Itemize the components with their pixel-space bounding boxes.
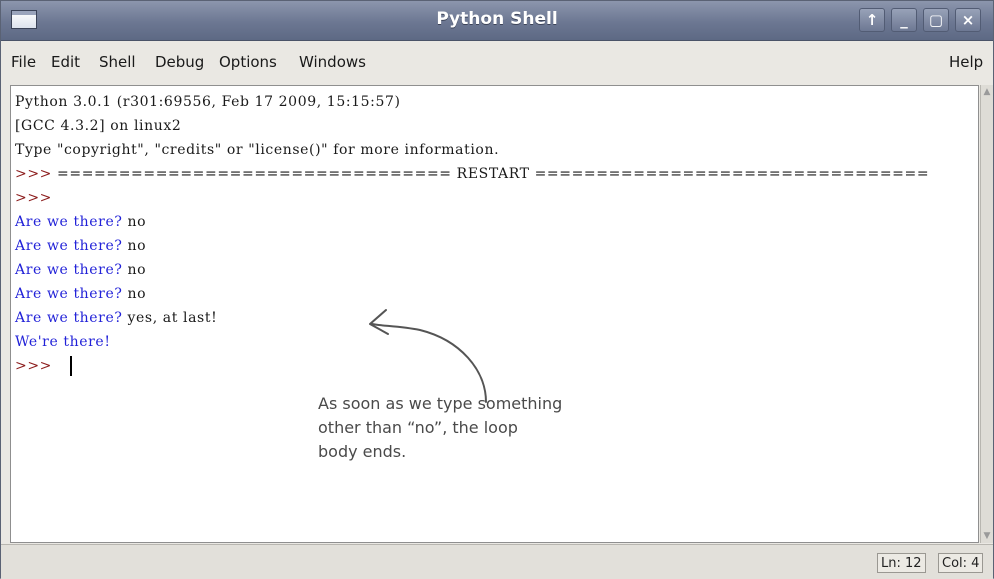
menu-shell[interactable]: Shell — [99, 53, 136, 71]
text-cursor — [70, 356, 72, 376]
banner-line: [GCC 4.3.2] on linux2 — [15, 118, 182, 134]
banner-line: Python 3.0.1 (r301:69556, Feb 17 2009, 1… — [15, 94, 401, 110]
restart-text: ================================ RESTART… — [57, 166, 930, 182]
output-line: Are we there? no — [15, 286, 146, 302]
output-line: Are we there? no — [15, 238, 146, 254]
menu-edit[interactable]: Edit — [51, 53, 80, 71]
menu-windows[interactable]: Windows — [299, 53, 366, 71]
annotation-line: other than “no”, the loop — [318, 418, 518, 437]
answer-text: no — [127, 214, 147, 230]
handwritten-annotation: As soon as we type something other than … — [318, 392, 562, 464]
answer-text: no — [127, 262, 147, 278]
maximize-button[interactable]: ▢ — [923, 8, 949, 32]
menu-bar: File Edit Shell Debug Options Windows He… — [1, 41, 993, 85]
done-line: We're there! — [15, 334, 111, 350]
output-line: Are we there? no — [15, 214, 146, 230]
prompt: >>> — [15, 190, 52, 206]
answer-text: yes, at last! — [127, 310, 218, 326]
scroll-down-arrow-icon[interactable]: ▼ — [982, 531, 992, 541]
menu-file[interactable]: File — [11, 53, 36, 71]
menu-debug[interactable]: Debug — [155, 53, 204, 71]
title-bar[interactable]: Python Shell ↑ _ ▢ × — [1, 1, 993, 41]
question-text: Are we there? — [15, 310, 128, 326]
scroll-up-arrow-icon[interactable]: ▲ — [982, 87, 992, 97]
window-title: Python Shell — [436, 9, 558, 29]
output-line: Are we there? no — [15, 262, 146, 278]
menu-options[interactable]: Options — [219, 53, 277, 71]
output-line: Are we there? yes, at last! — [15, 310, 217, 326]
close-button[interactable]: × — [955, 8, 981, 32]
menu-help[interactable]: Help — [949, 53, 983, 71]
vertical-scrollbar[interactable]: ▲ ▼ — [980, 85, 993, 543]
answer-text: no — [127, 238, 147, 254]
column-number: Col: 4 — [938, 553, 984, 573]
prompt: >>> — [15, 166, 58, 182]
line-number: Ln: 12 — [877, 553, 926, 573]
python-shell-window: Python Shell ↑ _ ▢ × File Edit Shell Deb… — [0, 0, 994, 579]
minimize-button[interactable]: _ — [891, 8, 917, 32]
banner-line: Type "copyright", "credits" or "license(… — [15, 142, 500, 158]
question-text: Are we there? — [15, 214, 128, 230]
prompt: >>> — [15, 358, 58, 374]
status-bar: Ln: 12 Col: 4 — [1, 544, 993, 579]
question-text: Are we there? — [15, 286, 128, 302]
restart-line: >>> ================================ RES… — [15, 166, 929, 182]
annotation-line: As soon as we type something — [318, 394, 563, 413]
shade-button[interactable]: ↑ — [859, 8, 885, 32]
annotation-line: body ends. — [318, 442, 407, 461]
question-text: Are we there? — [15, 262, 128, 278]
answer-text: no — [127, 286, 147, 302]
question-text: Are we there? — [15, 238, 128, 254]
